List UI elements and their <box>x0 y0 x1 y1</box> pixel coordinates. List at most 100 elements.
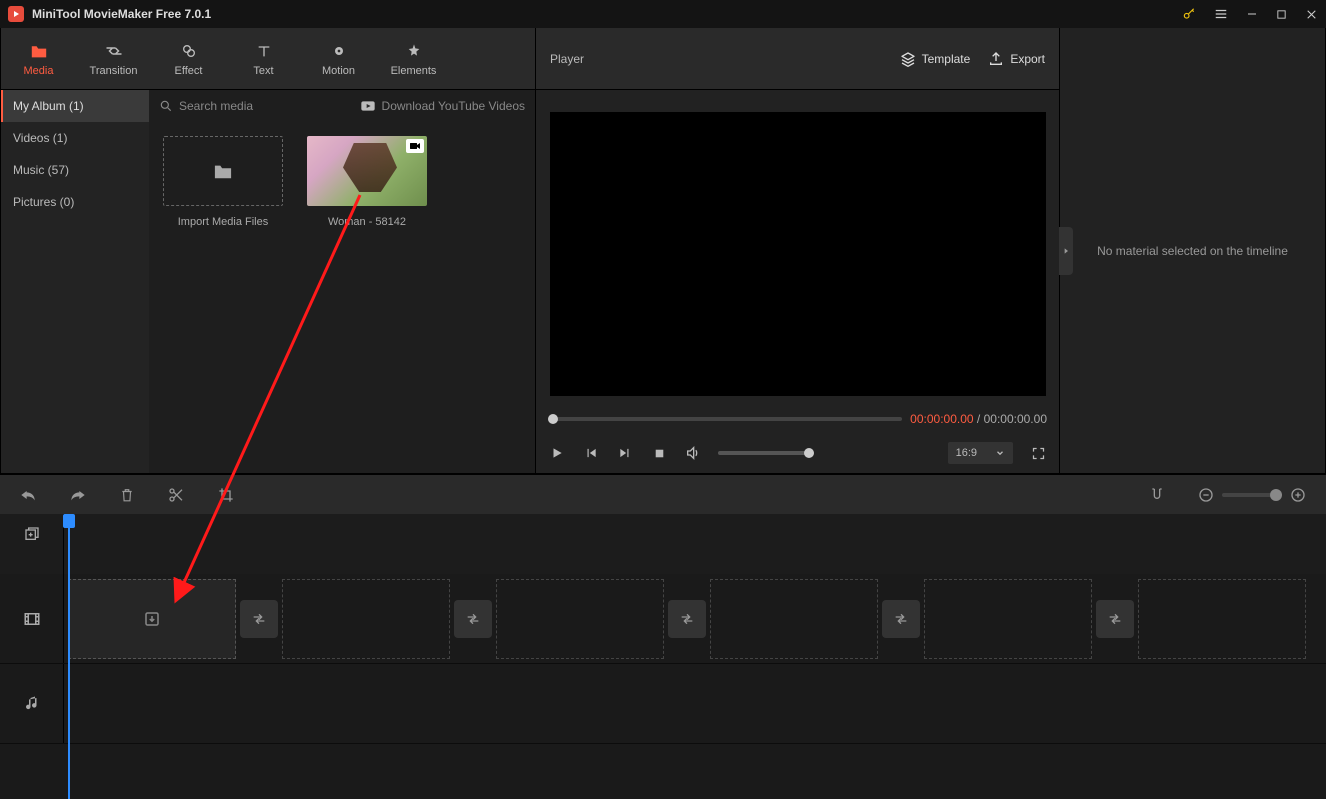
player-panel: Player Template Export 00:00:00.00 / 00:… <box>536 28 1060 474</box>
properties-panel: No material selected on the timeline <box>1060 28 1326 474</box>
timeline-empty-slot[interactable] <box>710 579 878 659</box>
swap-icon <box>1107 612 1123 626</box>
sidebar-item-music[interactable]: Music (57) <box>1 154 149 186</box>
clip-name: Woman - 58142 <box>328 216 406 228</box>
add-track-button[interactable] <box>0 514 64 554</box>
import-folder-icon <box>212 162 234 180</box>
timeline-empty-slot[interactable] <box>924 579 1092 659</box>
transition-slot-button[interactable] <box>882 600 920 638</box>
sidebar-item-myalbum[interactable]: My Album (1) <box>1 90 149 122</box>
transition-slot-button[interactable] <box>1096 600 1134 638</box>
library-sidebar: My Album (1) Videos (1) Music (57) Pictu… <box>1 90 149 473</box>
preview-scrubber[interactable] <box>548 417 902 421</box>
timeline-empty-slot[interactable] <box>496 579 664 659</box>
template-label: Template <box>922 52 971 66</box>
next-frame-button[interactable] <box>616 444 634 462</box>
text-icon <box>254 41 274 61</box>
motion-icon <box>329 41 349 61</box>
no-selection-message: No material selected on the timeline <box>1097 244 1288 258</box>
search-placeholder: Search media <box>179 99 253 113</box>
audio-track <box>0 664 1326 744</box>
tab-label: Transition <box>90 65 138 77</box>
sidebar-item-pictures[interactable]: Pictures (0) <box>1 186 149 218</box>
main-area: Media Transition Effect Text Motion Elem… <box>0 28 1326 474</box>
import-media-label: Import Media Files <box>178 216 268 228</box>
tab-motion[interactable]: Motion <box>301 28 376 89</box>
timeline-drop-slot[interactable] <box>68 579 236 659</box>
tab-label: Media <box>24 65 54 77</box>
menu-icon[interactable] <box>1214 7 1228 21</box>
export-button[interactable]: Export <box>988 51 1045 67</box>
drop-download-icon <box>143 610 161 628</box>
key-icon[interactable] <box>1182 7 1196 21</box>
zoom-slider[interactable] <box>1222 493 1282 497</box>
play-button[interactable] <box>548 444 566 462</box>
timeline-panel <box>0 474 1326 799</box>
tab-label: Motion <box>322 65 355 77</box>
preview-viewport[interactable] <box>550 112 1046 396</box>
tab-text[interactable]: Text <box>226 28 301 89</box>
volume-slider[interactable] <box>718 451 814 455</box>
crop-button[interactable] <box>218 487 234 503</box>
volume-button[interactable] <box>684 444 702 462</box>
video-track <box>0 574 1326 664</box>
snap-button[interactable] <box>1150 487 1164 503</box>
search-input[interactable]: Search media <box>159 99 352 113</box>
library-panel: Media Transition Effect Text Motion Elem… <box>0 28 536 474</box>
time-display: 00:00:00.00 / 00:00:00.00 <box>910 412 1047 426</box>
zoom-control <box>1198 487 1306 503</box>
preview-scrubber-row: 00:00:00.00 / 00:00:00.00 <box>536 405 1059 433</box>
aspect-ratio-select[interactable]: 16:9 <box>948 442 1013 464</box>
export-label: Export <box>1010 52 1045 66</box>
redo-button[interactable] <box>70 488 86 502</box>
folder-icon <box>29 41 49 61</box>
transition-slot-button[interactable] <box>454 600 492 638</box>
download-youtube-button[interactable]: Download YouTube Videos <box>360 99 525 113</box>
timeline-toolbar <box>0 474 1326 514</box>
tab-transition[interactable]: Transition <box>76 28 151 89</box>
undo-button[interactable] <box>20 488 36 502</box>
close-button[interactable] <box>1305 8 1318 21</box>
chevron-right-icon <box>1062 245 1070 257</box>
time-duration: 00:00:00.00 <box>984 412 1047 426</box>
audio-track-header[interactable] <box>0 664 64 743</box>
media-clip[interactable]: Woman - 58142 <box>307 136 427 228</box>
tab-effect[interactable]: Effect <box>151 28 226 89</box>
import-media-card[interactable]: Import Media Files <box>163 136 283 228</box>
fullscreen-button[interactable] <box>1029 444 1047 462</box>
timeline-ruler[interactable] <box>0 554 1326 574</box>
transition-slot-button[interactable] <box>240 600 278 638</box>
transition-slot-button[interactable] <box>668 600 706 638</box>
film-icon <box>23 611 41 627</box>
zoom-in-button[interactable] <box>1290 487 1306 503</box>
sidebar-item-label: My Album (1) <box>13 99 84 113</box>
time-separator: / <box>974 412 984 426</box>
zoom-out-button[interactable] <box>1198 487 1214 503</box>
maximize-button[interactable] <box>1276 9 1287 20</box>
chevron-down-icon <box>995 448 1005 458</box>
template-button[interactable]: Template <box>900 51 971 67</box>
layers-icon <box>900 51 916 67</box>
clip-thumbnail <box>307 136 427 206</box>
panel-collapse-button[interactable] <box>1059 227 1073 275</box>
sidebar-item-videos[interactable]: Videos (1) <box>1 122 149 154</box>
delete-button[interactable] <box>120 487 134 503</box>
audio-track-body[interactable] <box>64 664 1326 743</box>
split-button[interactable] <box>168 487 184 503</box>
timeline-tracks <box>0 574 1326 799</box>
prev-frame-button[interactable] <box>582 444 600 462</box>
video-track-header[interactable] <box>0 574 64 663</box>
tab-media[interactable]: Media <box>1 28 76 89</box>
video-badge-icon <box>406 139 424 153</box>
tab-elements[interactable]: Elements <box>376 28 451 89</box>
timeline-empty-slot[interactable] <box>282 579 450 659</box>
tab-label: Effect <box>175 65 203 77</box>
stop-button[interactable] <box>650 444 668 462</box>
youtube-icon <box>360 100 376 112</box>
minimize-button[interactable] <box>1246 8 1258 20</box>
swap-icon <box>893 612 909 626</box>
aspect-ratio-value: 16:9 <box>956 447 977 459</box>
swap-icon <box>251 612 267 626</box>
player-controls: 16:9 <box>536 433 1059 473</box>
timeline-empty-slot[interactable] <box>1138 579 1306 659</box>
